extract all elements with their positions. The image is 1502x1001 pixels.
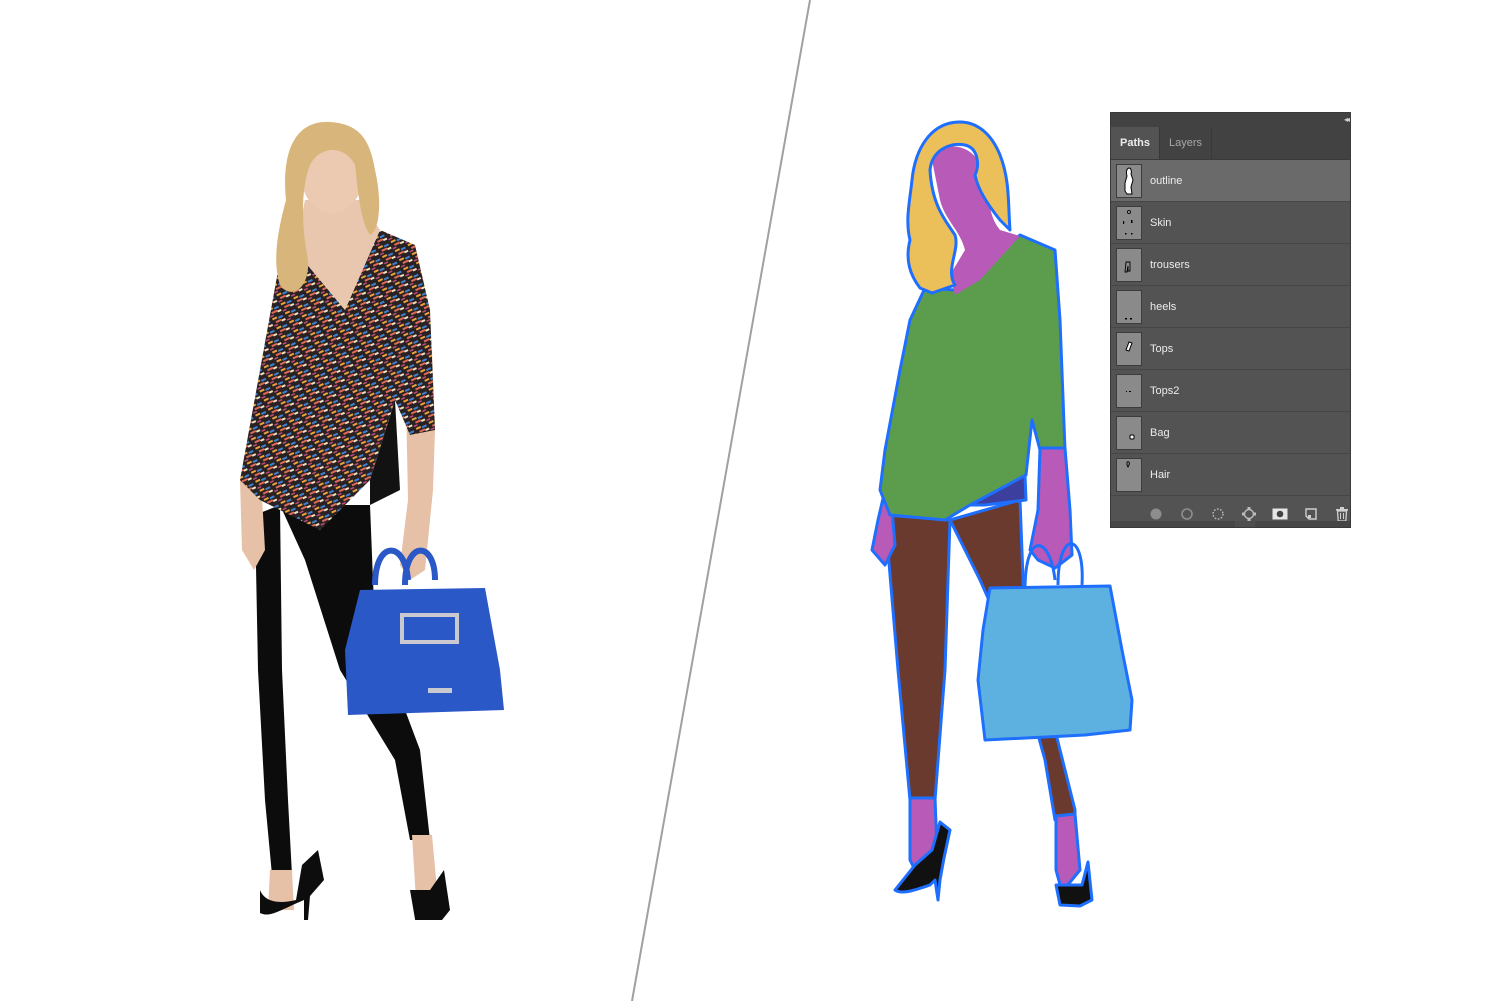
tab-paths[interactable]: Paths: [1111, 127, 1160, 159]
path-row-heels[interactable]: heels: [1111, 286, 1350, 328]
tab-layers[interactable]: Layers: [1160, 127, 1212, 159]
path-thumbnail: [1116, 415, 1142, 450]
path-thumbnail: [1116, 289, 1142, 324]
stroke-path-icon[interactable]: [1178, 506, 1195, 523]
mask-skin-arm-right: [1028, 446, 1074, 570]
path-label: trousers: [1150, 258, 1190, 271]
add-mask-icon[interactable]: [1271, 506, 1288, 523]
path-label: Hair: [1150, 468, 1171, 481]
fill-path-icon[interactable]: [1147, 506, 1164, 523]
path-row-trousers[interactable]: trousers: [1111, 244, 1350, 286]
path-row-bag[interactable]: Bag: [1111, 412, 1350, 454]
path-thumbnail: [1116, 331, 1142, 366]
path-label: Skin: [1150, 216, 1172, 229]
trash-icon[interactable]: [1333, 506, 1350, 523]
paths-panel: ◂◂ Paths Layers outline Skin trousers he…: [1110, 112, 1351, 528]
collapse-panel-icon[interactable]: ◂◂: [1344, 113, 1350, 127]
new-path-icon[interactable]: [1302, 506, 1319, 523]
path-label: Bag: [1150, 426, 1170, 439]
path-row-skin[interactable]: Skin: [1111, 202, 1350, 244]
make-work-path-icon[interactable]: [1240, 506, 1257, 523]
panel-scrollbar[interactable]: [1111, 521, 1350, 527]
path-thumbnail: [1116, 247, 1142, 282]
paths-list: outline Skin trousers heels Tops Tops2 B…: [1111, 160, 1350, 496]
path-label: Tops: [1150, 342, 1174, 355]
mask-skin-ankle-right: [1054, 812, 1082, 894]
path-label: outline: [1150, 174, 1183, 187]
path-thumbnail: [1116, 205, 1142, 240]
panel-tabs: Paths Layers: [1111, 127, 1350, 160]
path-label: Tops2: [1150, 384, 1180, 397]
path-thumbnail: [1116, 373, 1142, 408]
path-thumbnail: [1116, 457, 1142, 492]
path-label: heels: [1150, 300, 1177, 313]
path-row-tops2[interactable]: Tops2: [1111, 370, 1350, 412]
path-row-tops[interactable]: Tops: [1111, 328, 1350, 370]
path-thumbnail: [1116, 163, 1142, 198]
panel-title-strip: ◂◂: [1111, 113, 1350, 127]
path-row-outline[interactable]: outline: [1111, 160, 1350, 202]
original-photo-model: [240, 121, 504, 920]
path-row-hair[interactable]: Hair: [1111, 454, 1350, 496]
load-selection-icon[interactable]: [1209, 506, 1226, 523]
